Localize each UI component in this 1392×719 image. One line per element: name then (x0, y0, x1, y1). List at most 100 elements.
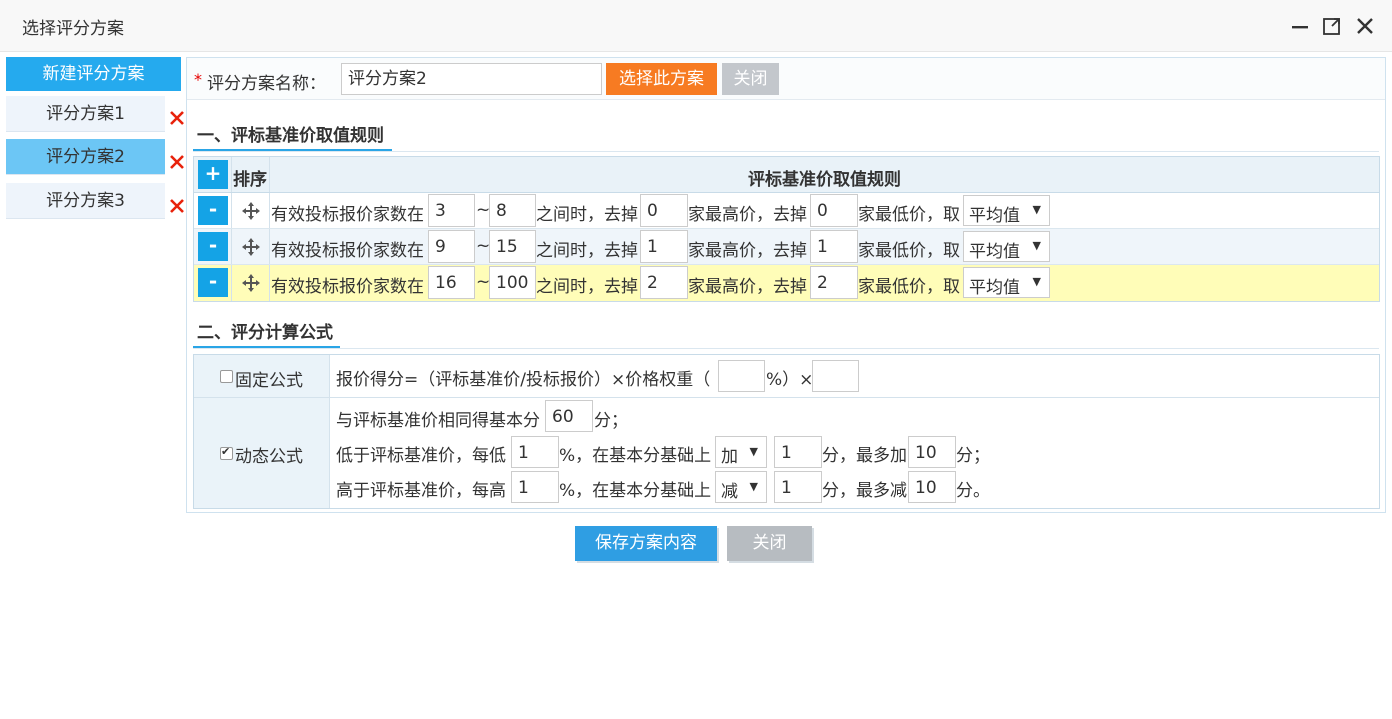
remove-rule-button[interactable]: - (198, 196, 228, 225)
drop-low-input[interactable]: 2 (810, 266, 858, 299)
drag-move-icon[interactable] (241, 201, 261, 221)
rule-min-input[interactable]: 3 (428, 194, 475, 227)
fixed-formula-text-b: %）× (766, 370, 814, 390)
method-value: 平均值 (969, 242, 1020, 262)
drop-high-input[interactable]: 1 (640, 230, 688, 263)
rule-row: - 有效投标报价家数在 16 ~ 100 之间时，去掉 2 家最高价，去掉 2 … (194, 265, 1379, 301)
rule-text-between: 之间时，去掉 (536, 205, 638, 225)
rule-text-count: 有效投标报价家数在 (271, 277, 424, 297)
chevron-down-icon: ▼ (1032, 239, 1041, 252)
rule-min-input[interactable]: 9 (428, 230, 475, 263)
low-pct-input[interactable]: 1 (511, 436, 559, 468)
low-max-input[interactable]: 10 (908, 436, 956, 468)
fixed-formula-label: 固定公式 (235, 371, 303, 391)
benchmark-rules-table: + 排序 评标基准价取值规则 - 有效投标报价家数在 3 ~ 8 之间时，去掉 … (193, 156, 1380, 302)
low-text-b: %，在基本分基础上 (559, 446, 712, 466)
drop-high-input[interactable]: 0 (640, 194, 688, 227)
rule-text-low: 家最低价，取 (858, 277, 960, 297)
drop-low-input[interactable]: 0 (810, 194, 858, 227)
method-select[interactable]: 平均值 ▼ (963, 231, 1050, 262)
rule-text-low: 家最低价，取 (858, 241, 960, 261)
section1-title: 一、评标基准价取值规则 (197, 126, 384, 146)
dynamic-formula-row: 动态公式 与评标基准价相同得基本分 60 分； 低于评标基准价，每低 1 %，在… (194, 398, 1379, 508)
high-op-value: 减 (721, 482, 738, 502)
rule-text-low: 家最低价，取 (858, 205, 960, 225)
fixed-formula-checkbox[interactable] (220, 370, 233, 383)
base-score-input[interactable]: 60 (545, 400, 593, 432)
high-text-b: %，在基本分基础上 (559, 481, 712, 501)
rule-text-count: 有效投标报价家数在 (271, 205, 424, 225)
required-mark: * (194, 70, 202, 89)
base-score-text: 与评标基准价相同得基本分 (336, 411, 540, 431)
plan-item-2[interactable]: 评分方案2 (6, 139, 165, 175)
high-text-c: 分，最多减 (822, 481, 907, 501)
save-plan-button[interactable]: 保存方案内容 (575, 526, 717, 561)
close-button[interactable]: 关闭 (727, 526, 812, 561)
close-icon[interactable] (1353, 14, 1377, 38)
drag-move-icon[interactable] (241, 273, 261, 293)
minimize-icon[interactable] (1288, 14, 1312, 38)
delete-plan-1-icon[interactable] (168, 109, 186, 127)
dialog-titlebar: 选择评分方案 (0, 0, 1392, 52)
remove-rule-button[interactable]: - (198, 232, 228, 261)
price-weight-input[interactable] (718, 360, 765, 392)
rule-max-input[interactable]: 15 (489, 230, 536, 263)
section1-divider (193, 151, 1379, 152)
chevron-down-icon: ▼ (1032, 203, 1041, 216)
dialog-title: 选择评分方案 (22, 19, 124, 39)
drop-high-input[interactable]: 2 (640, 266, 688, 299)
high-max-input[interactable]: 10 (908, 471, 956, 503)
fixed-formula-text: 报价得分=（评标基准价/投标报价）×价格权重（ (336, 370, 711, 390)
rule-max-input[interactable]: 100 (489, 266, 536, 299)
high-text-d: 分。 (956, 481, 990, 501)
method-value: 平均值 (969, 278, 1020, 298)
rule-text-between: 之间时，去掉 (536, 277, 638, 297)
low-text-c: 分，最多加 (822, 446, 907, 466)
low-step-input[interactable]: 1 (774, 436, 822, 468)
factor-input[interactable] (812, 360, 859, 392)
high-pct-input[interactable]: 1 (511, 471, 559, 503)
dynamic-formula-label: 动态公式 (235, 447, 303, 467)
score-formula-table: 固定公式 报价得分=（评标基准价/投标报价）×价格权重（ %）× 动态公式 与评… (193, 354, 1380, 509)
low-op-select[interactable]: 加 ▼ (715, 436, 767, 468)
rule-text-count: 有效投标报价家数在 (271, 241, 424, 261)
chevron-down-icon: ▼ (749, 480, 758, 493)
drop-low-input[interactable]: 1 (810, 230, 858, 263)
sort-column-header: 排序 (233, 170, 267, 190)
method-select[interactable]: 平均值 ▼ (963, 267, 1050, 298)
section2-divider (193, 348, 1379, 349)
section2-title: 二、评分计算公式 (197, 323, 333, 343)
high-text: 高于评标基准价，每高 (336, 481, 506, 501)
rule-max-input[interactable]: 8 (489, 194, 536, 227)
low-text: 低于评标基准价，每低 (336, 446, 506, 466)
fixed-formula-row: 固定公式 报价得分=（评标基准价/投标报价）×价格权重（ %）× (194, 355, 1379, 398)
rule-text-high: 家最高价，去掉 (688, 277, 807, 297)
low-text-d: 分； (956, 446, 990, 466)
add-rule-button[interactable]: + (198, 160, 228, 189)
plan-item-3[interactable]: 评分方案3 (6, 183, 165, 219)
chevron-down-icon: ▼ (749, 445, 758, 458)
rule-row: - 有效投标报价家数在 3 ~ 8 之间时，去掉 0 家最高价，去掉 0 家最低… (194, 193, 1379, 229)
dynamic-formula-checkbox[interactable] (220, 445, 233, 460)
rule-text-high: 家最高价，去掉 (688, 241, 807, 261)
plan-name-label: 评分方案名称： (207, 74, 326, 94)
method-select[interactable]: 平均值 ▼ (963, 195, 1050, 226)
drag-move-icon[interactable] (241, 237, 261, 257)
plan-editor-panel: * 评分方案名称： 评分方案2 选择此方案 关闭 一、评标基准价取值规则 + 排… (186, 57, 1386, 513)
plan-item-1[interactable]: 评分方案1 (6, 96, 165, 132)
rule-column-header: 评标基准价取值规则 (748, 170, 901, 190)
high-op-select[interactable]: 减 ▼ (715, 471, 767, 503)
choose-plan-button[interactable]: 选择此方案 (606, 63, 717, 95)
plan-name-row: * 评分方案名称： 评分方案2 选择此方案 关闭 (187, 58, 1385, 100)
delete-plan-3-icon[interactable] (168, 197, 186, 215)
delete-plan-2-icon[interactable] (168, 153, 186, 171)
high-step-input[interactable]: 1 (774, 471, 822, 503)
rule-row: - 有效投标报价家数在 9 ~ 15 之间时，去掉 1 家最高价，去掉 1 家最… (194, 229, 1379, 265)
rule-min-input[interactable]: 16 (428, 266, 475, 299)
close-top-button[interactable]: 关闭 (722, 63, 779, 95)
new-plan-button[interactable]: 新建评分方案 (6, 57, 181, 91)
maximize-icon[interactable] (1320, 14, 1344, 38)
chevron-down-icon: ▼ (1032, 275, 1041, 288)
plan-name-input[interactable]: 评分方案2 (341, 63, 602, 95)
remove-rule-button[interactable]: - (198, 268, 228, 297)
